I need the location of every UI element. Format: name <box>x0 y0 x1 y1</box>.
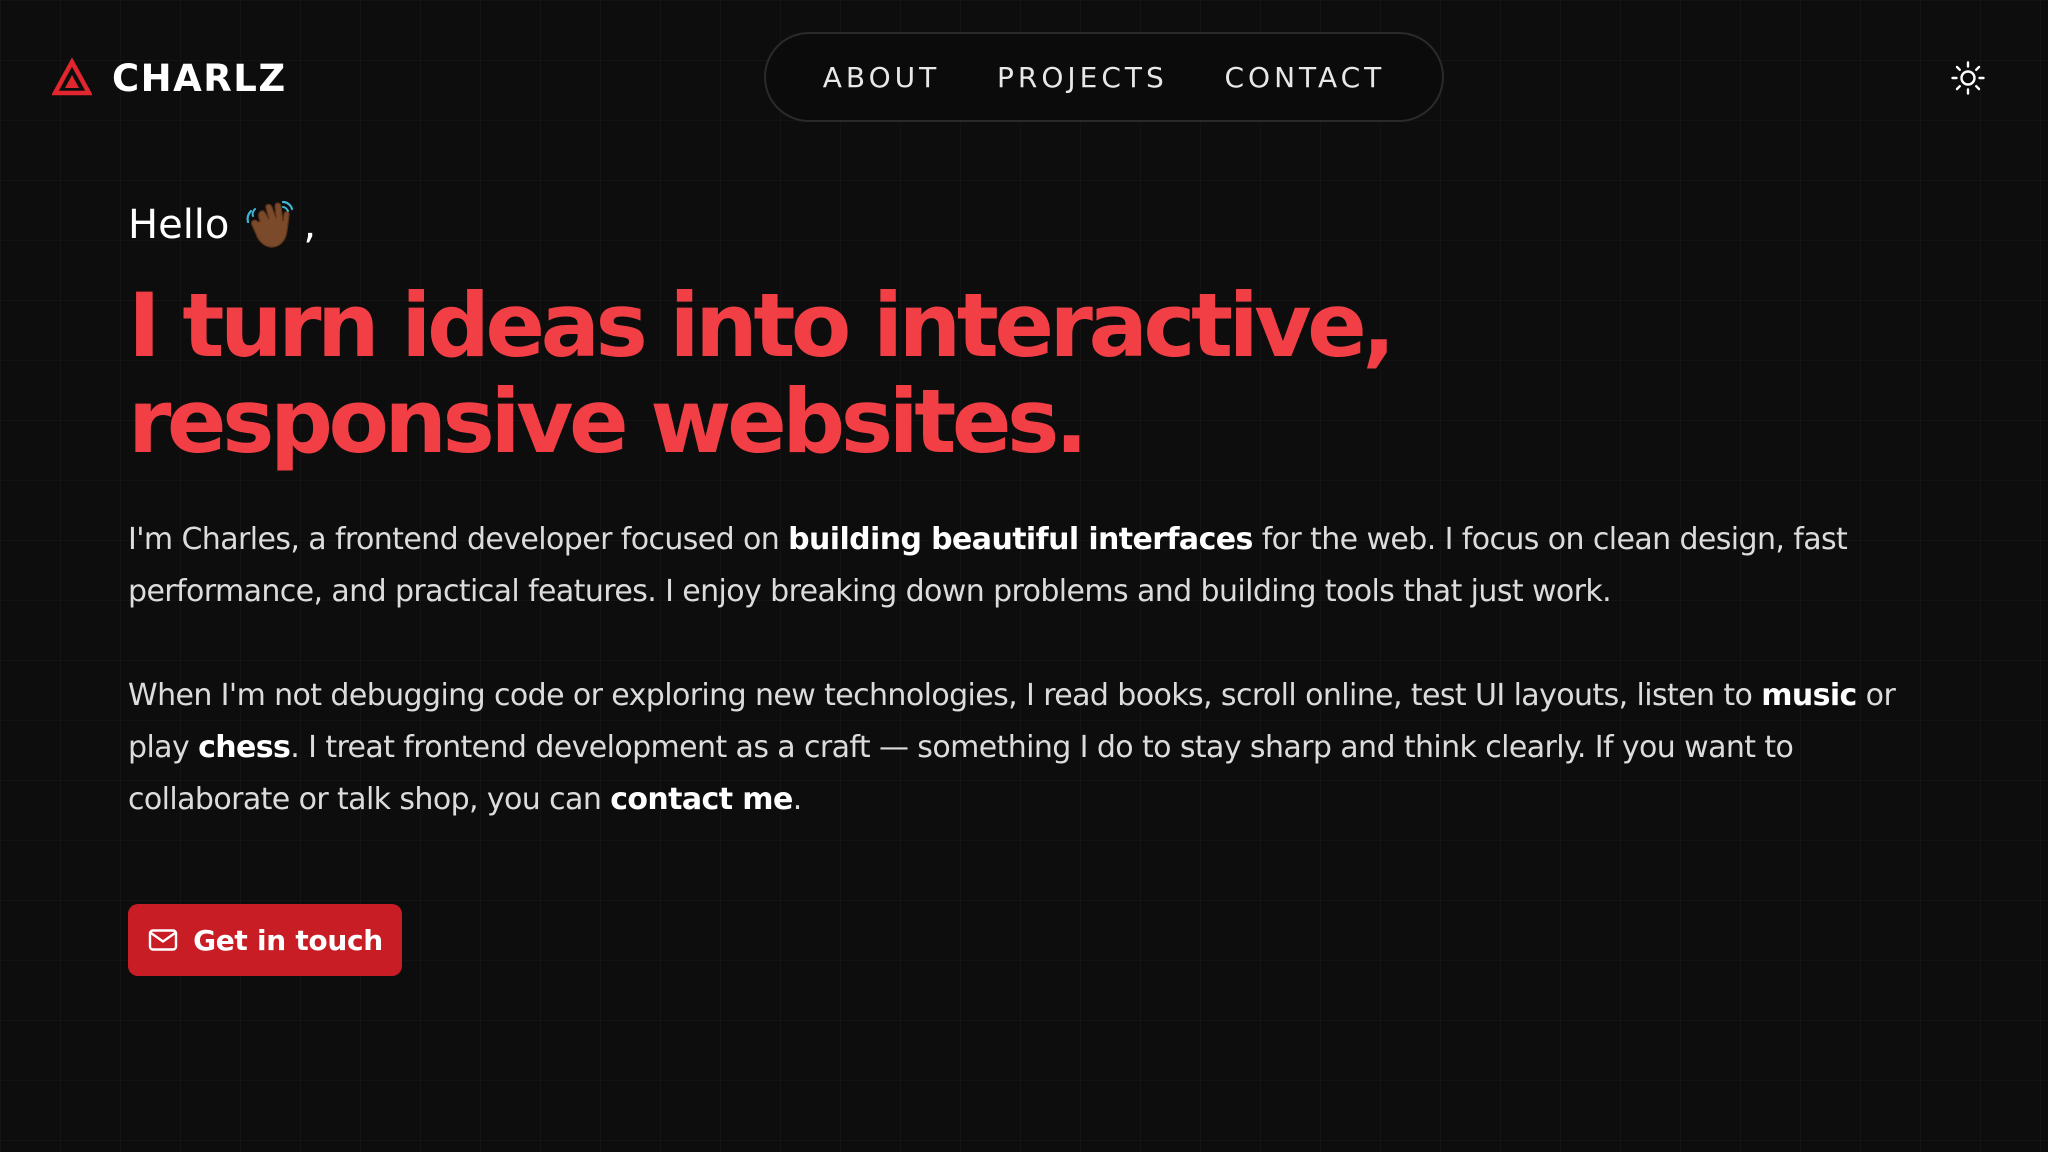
greeting-suffix: , <box>303 202 317 248</box>
get-in-touch-button[interactable]: Get in touch <box>128 904 402 976</box>
get-in-touch-label: Get in touch <box>193 923 383 957</box>
contact-me-link[interactable]: contact me <box>610 782 793 817</box>
hobbies-text-3: . I treat frontend development as a craf… <box>128 730 1794 817</box>
intro-text-1: I'm Charles, a frontend developer focuse… <box>128 522 789 557</box>
main-nav: ABOUT PROJECTS CONTACT <box>764 32 1444 122</box>
theme-toggle-button[interactable] <box>1946 56 1990 100</box>
headline-line-1: I turn ideas into interactive, <box>128 274 1396 377</box>
hero-section: Hello , I turn ideas into interactive, r… <box>128 190 1918 826</box>
headline-line-2: responsive websites. <box>128 370 1088 473</box>
brand-name: CHARLZ <box>112 56 287 100</box>
hobbies-text-4: . <box>792 782 803 817</box>
hobby-chess: chess <box>198 730 291 765</box>
brand-home-link[interactable]: CHARLZ <box>52 50 287 106</box>
hobbies-paragraph: When I'm not debugging code or exploring… <box>128 670 1918 826</box>
triangle-logo-icon <box>52 58 92 96</box>
greeting: Hello , <box>128 190 1918 260</box>
sun-icon <box>1951 61 1985 95</box>
page: CHARLZ ABOUT PROJECTS CONTACT Hello , I … <box>0 0 2048 1152</box>
nav-link-contact[interactable]: CONTACT <box>1224 61 1385 94</box>
nav-link-about[interactable]: ABOUT <box>823 61 941 94</box>
headline: I turn ideas into interactive, responsiv… <box>128 278 1918 470</box>
mail-icon <box>148 929 178 951</box>
intro-highlight: building beautiful interfaces <box>788 522 1253 557</box>
nav-link-projects[interactable]: PROJECTS <box>997 61 1168 94</box>
intro-paragraph: I'm Charles, a frontend developer focuse… <box>128 514 1918 618</box>
hobby-music: music <box>1761 678 1857 713</box>
waving-hand-icon <box>246 200 294 248</box>
greeting-text: Hello <box>128 202 230 248</box>
hobbies-text-1: When I'm not debugging code or exploring… <box>128 678 1762 713</box>
